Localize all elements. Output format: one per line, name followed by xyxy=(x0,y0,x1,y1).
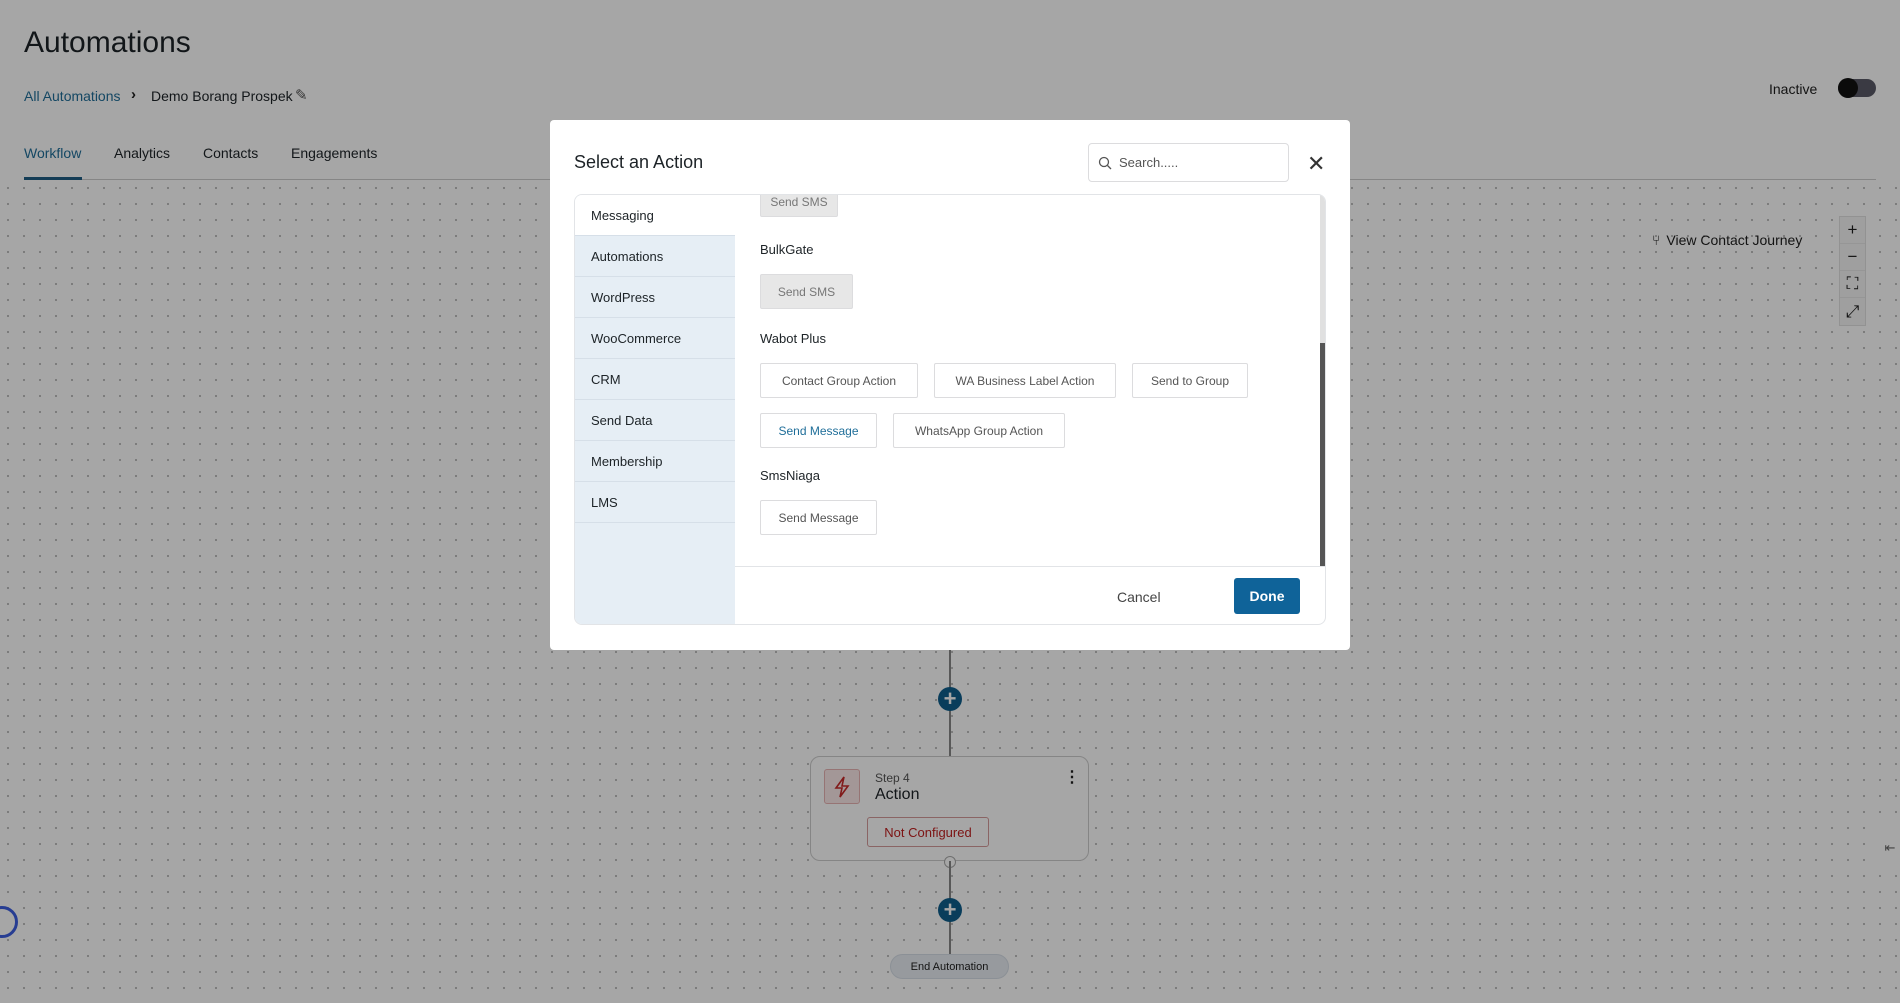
action-whatsapp-group-action[interactable]: WhatsApp Group Action xyxy=(893,413,1065,448)
action-bulkgate-send-sms[interactable]: Send SMS xyxy=(760,274,853,309)
group-bulkgate: BulkGate xyxy=(760,242,814,257)
action-wa-business-label-action[interactable]: WA Business Label Action xyxy=(934,363,1116,398)
modal-title: Select an Action xyxy=(574,152,704,172)
group-wabot-plus: Wabot Plus xyxy=(760,331,826,346)
category-membership[interactable]: Membership xyxy=(575,441,735,482)
search-input[interactable] xyxy=(1119,155,1269,170)
category-woocommerce[interactable]: WooCommerce xyxy=(575,318,735,359)
search-icon xyxy=(1098,156,1112,169)
action-contact-group-action[interactable]: Contact Group Action xyxy=(760,363,918,398)
cancel-button[interactable]: Cancel xyxy=(1117,589,1161,605)
done-button[interactable]: Done xyxy=(1234,578,1300,614)
action-send-to-group[interactable]: Send to Group xyxy=(1132,363,1248,398)
action-panel: Messaging Automations WordPress WooComme… xyxy=(574,194,1326,625)
category-automations[interactable]: Automations xyxy=(575,236,735,277)
group-smsniaga: SmsNiaga xyxy=(760,468,820,483)
search-field xyxy=(1088,143,1289,182)
action-smsniaga-send-message[interactable]: Send Message xyxy=(760,500,877,535)
category-sidebar: Messaging Automations WordPress WooComme… xyxy=(575,195,735,624)
action-list[interactable]: Send SMS BulkGate Send SMS Wabot Plus Co… xyxy=(735,195,1325,566)
category-crm[interactable]: CRM xyxy=(575,359,735,400)
action-send-sms[interactable]: Send SMS xyxy=(760,195,838,217)
category-wordpress[interactable]: WordPress xyxy=(575,277,735,318)
modal-footer: Cancel Done xyxy=(735,566,1325,624)
category-send-data[interactable]: Send Data xyxy=(575,400,735,441)
category-lms[interactable]: LMS xyxy=(575,482,735,523)
select-action-modal: Select an Action ✕ Messaging Automations… xyxy=(550,120,1350,650)
action-wabot-send-message[interactable]: Send Message xyxy=(760,413,877,448)
close-icon[interactable]: ✕ xyxy=(1307,151,1325,177)
category-messaging[interactable]: Messaging xyxy=(575,195,735,236)
scrollbar-thumb[interactable] xyxy=(1320,343,1325,566)
